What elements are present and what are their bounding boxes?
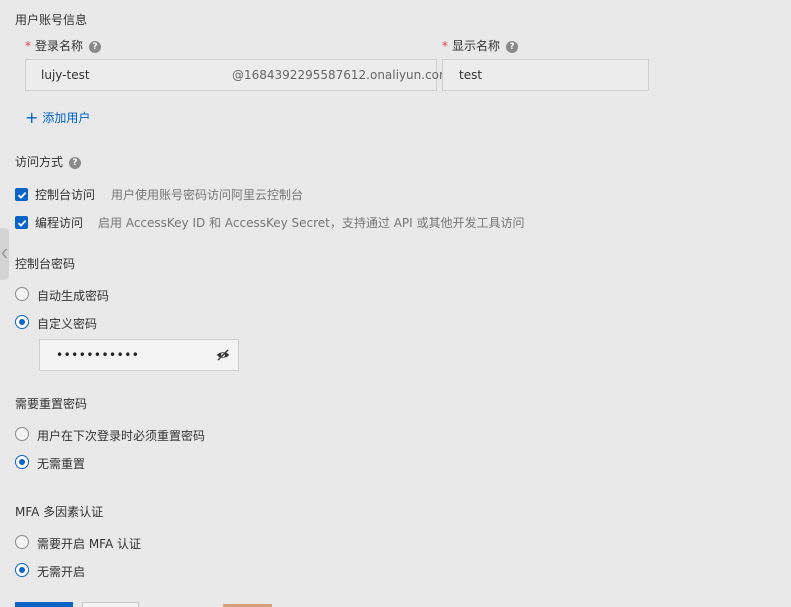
login-name-label-row: * 登录名称? — [25, 37, 102, 54]
console-access-checkbox[interactable] — [15, 188, 28, 201]
console-password-title: 控制台密码 — [15, 257, 76, 271]
add-user-label: 添加用户 — [42, 111, 91, 125]
console-access-desc: 用户使用账号密码访问阿里云控制台 — [111, 188, 304, 202]
check-icon — [17, 219, 26, 227]
mfa-title: MFA 多因素认证 — [15, 505, 104, 519]
login-name-domain-suffix: @1684392295587612.onaliyun.com — [232, 68, 451, 82]
help-icon[interactable]: ? — [89, 40, 102, 53]
program-access-checkbox[interactable] — [15, 216, 28, 229]
password-input[interactable]: ••••••••••• — [39, 339, 239, 371]
help-icon[interactable]: ? — [69, 156, 82, 169]
add-user-button[interactable]: + 添加用户 — [25, 108, 90, 127]
display-name-value: test — [459, 68, 483, 82]
password-mask: ••••••••••• — [56, 348, 140, 362]
eye-slash-icon[interactable] — [216, 349, 230, 361]
display-name-label-row: * 显示名称? — [442, 37, 519, 54]
display-name-label: 显示名称 — [452, 39, 501, 53]
radio-label: 无需重置 — [37, 457, 86, 471]
reset-password-title: 需要重置密码 — [15, 397, 88, 411]
console-access-label: 控制台访问 — [35, 188, 96, 202]
confirm-button[interactable] — [15, 602, 73, 607]
radio-label: 自定义密码 — [37, 317, 98, 331]
login-name-input[interactable]: lujy-test @1684392295587612.onaliyun.com — [25, 59, 451, 91]
radio-label: 自动生成密码 — [37, 289, 110, 303]
program-access-desc: 启用 AccessKey ID 和 AccessKey Secret，支持通过 … — [98, 216, 525, 230]
radio-label: 无需开启 — [37, 565, 86, 579]
plus-icon: + — [25, 108, 39, 127]
radio-label: 需要开启 MFA 认证 — [37, 537, 141, 551]
user-info-title: 用户账号信息 — [15, 13, 88, 27]
display-name-input[interactable]: test — [442, 59, 649, 91]
radio-no-mfa[interactable] — [15, 563, 29, 577]
login-name-value: lujy-test — [41, 68, 90, 82]
required-mark: * — [442, 39, 448, 53]
check-icon — [17, 191, 26, 199]
help-icon[interactable]: ? — [506, 40, 519, 53]
access-title: 访问方式 — [15, 155, 64, 169]
radio-must-reset-password[interactable] — [15, 427, 29, 441]
cancel-button[interactable] — [82, 602, 139, 607]
access-title-row: 访问方式? — [15, 153, 82, 170]
radio-auto-generate-password[interactable] — [15, 287, 29, 301]
sidebar-collapse-handle[interactable] — [0, 228, 9, 280]
radio-no-reset[interactable] — [15, 455, 29, 469]
chevron-left-icon — [1, 248, 7, 259]
radio-label: 用户在下次登录时必须重置密码 — [37, 429, 206, 443]
radio-require-mfa[interactable] — [15, 535, 29, 549]
required-mark: * — [25, 39, 31, 53]
radio-custom-password[interactable] — [15, 315, 29, 329]
login-name-label: 登录名称 — [35, 39, 84, 53]
program-access-label: 编程访问 — [35, 216, 84, 230]
